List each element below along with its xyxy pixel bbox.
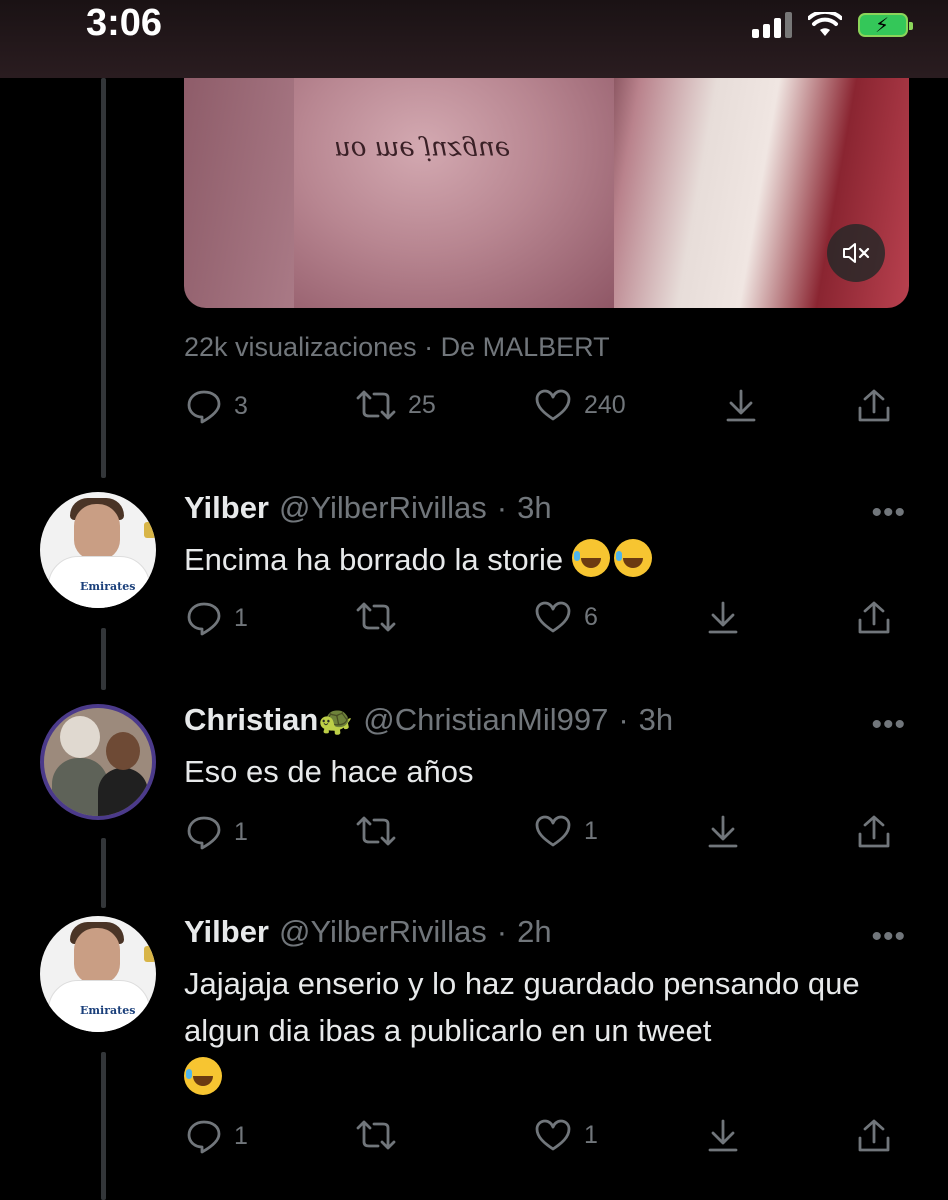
reply-count: 1 [234, 603, 248, 632]
reply-button[interactable]: 1 [186, 814, 248, 850]
avatar[interactable]: Emirates [40, 916, 156, 1032]
share-icon [858, 601, 890, 634]
share-button[interactable] [856, 600, 892, 636]
retweet-icon [356, 602, 396, 632]
like-count: 240 [584, 390, 626, 419]
separator: · [496, 914, 508, 949]
retweet-icon [356, 390, 396, 420]
rofl-emoji-icon [613, 539, 652, 577]
turtle-emoji-icon: 🐢 [318, 705, 354, 736]
reply-icon [187, 1120, 221, 1154]
retweet-count: 25 [408, 390, 436, 419]
rofl-emoji-icon [571, 539, 610, 577]
download-icon [726, 389, 756, 422]
like-button[interactable]: 240 [534, 388, 626, 422]
reply-actions: 1 1 [184, 814, 894, 858]
bookmark-button[interactable] [706, 814, 740, 850]
status-time: 3:06 [86, 2, 163, 44]
reply-button[interactable]: 1 [186, 600, 248, 636]
like-count: 1 [584, 1120, 598, 1149]
download-icon [708, 1119, 738, 1152]
display-name[interactable]: Yilber [184, 490, 269, 526]
video-overlay-text: no me juzgue [334, 135, 511, 165]
reply-icon [187, 390, 221, 424]
retweet-button[interactable] [356, 814, 396, 848]
share-button[interactable] [856, 814, 892, 850]
heart-icon [535, 815, 571, 847]
thread-line [101, 838, 106, 908]
thread-line [101, 628, 106, 690]
heart-icon [535, 601, 571, 633]
user-handle[interactable]: @YilberRivillas [279, 490, 487, 526]
share-button[interactable] [856, 388, 892, 424]
timestamp[interactable]: 2h [517, 914, 551, 950]
reply-count: 1 [234, 1121, 248, 1150]
reply-button[interactable]: 1 [186, 1118, 248, 1154]
share-button[interactable] [856, 1118, 892, 1154]
reply-count: 1 [234, 817, 248, 846]
like-button[interactable]: 1 [534, 814, 598, 848]
battery-icon: ⚡ [858, 13, 913, 37]
thread-line [101, 78, 106, 478]
display-name-text: Christian [184, 702, 319, 737]
status-bar: 3:06 ⚡ [0, 0, 948, 78]
reply-text: Encima ha borrado la storie [184, 536, 904, 583]
share-icon [858, 1119, 890, 1152]
timestamp[interactable]: 3h [639, 702, 673, 738]
bookmark-button[interactable] [706, 1118, 740, 1154]
reply-text: Jajajaja enserio y lo haz guardado pensa… [184, 960, 904, 1101]
like-button[interactable]: 6 [534, 600, 598, 634]
timestamp[interactable]: 3h [517, 490, 551, 526]
bookmark-button[interactable] [706, 600, 740, 636]
like-button[interactable]: 1 [534, 1118, 598, 1152]
heart-icon [535, 389, 571, 421]
share-icon [858, 815, 890, 848]
reply-icon [187, 602, 221, 636]
retweet-button[interactable]: 25 [356, 388, 436, 422]
download-icon [708, 601, 738, 634]
user-handle[interactable]: @ChristianMil997 [363, 702, 608, 738]
display-name[interactable]: Christian🐢 [184, 702, 353, 738]
user-handle[interactable]: @YilberRivillas [279, 914, 487, 950]
display-name[interactable]: Yilber [184, 914, 269, 950]
reply-actions: 1 1 [184, 1118, 894, 1162]
separator: · [496, 490, 508, 525]
cellular-signal-icon [752, 12, 792, 38]
reply-body: Encima ha borrado la storie [184, 542, 564, 577]
reply-icon [187, 816, 221, 850]
retweet-button[interactable] [356, 1118, 396, 1152]
retweet-icon [356, 816, 396, 846]
view-count: 22k visualizaciones · De MALBERT [184, 332, 610, 362]
thread-line [101, 1052, 106, 1200]
more-options-button[interactable]: ••• [871, 920, 906, 954]
heart-icon [535, 1119, 571, 1151]
mute-button[interactable] [827, 224, 885, 282]
bookmark-button[interactable] [724, 388, 758, 424]
wifi-icon [808, 12, 842, 36]
more-options-button[interactable]: ••• [871, 496, 906, 530]
reply-button[interactable]: 3 [186, 388, 248, 424]
like-count: 6 [584, 602, 598, 631]
retweet-icon [356, 1120, 396, 1150]
reply-text: Eso es de hace años [184, 754, 474, 789]
share-icon [858, 389, 890, 422]
retweet-button[interactable] [356, 600, 396, 634]
video-frame [294, 40, 614, 308]
status-icons: ⚡ [752, 12, 913, 38]
separator: · [618, 702, 629, 737]
more-options-button[interactable]: ••• [871, 708, 906, 742]
speaker-muted-icon [843, 243, 870, 263]
avatar[interactable] [40, 704, 156, 820]
reply-body: Jajajaja enserio y lo haz guardado pensa… [184, 966, 860, 1048]
download-icon [708, 815, 738, 848]
reply-actions: 1 6 [184, 600, 894, 644]
reply-count: 3 [234, 391, 248, 420]
tears-of-joy-emoji-icon [184, 1057, 222, 1095]
tweet-actions: 3 25 240 [184, 388, 894, 432]
tweet-video[interactable]: no me juzgue [184, 40, 909, 308]
avatar[interactable]: Emirates [40, 492, 156, 608]
like-count: 1 [584, 816, 598, 845]
